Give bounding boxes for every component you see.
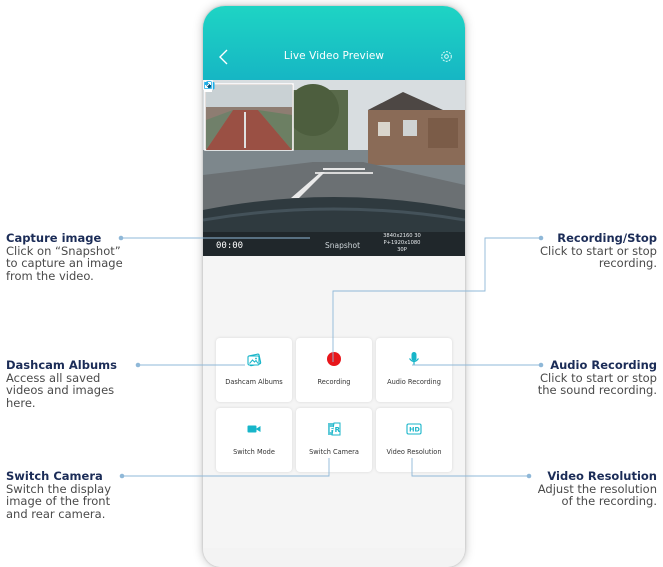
control-panel: Dashcam Albums Recording Audio Recording <box>203 256 465 548</box>
live-video-preview[interactable]: 00:00 Snapshot 3840x2160 30 P+1920x1080 … <box>203 80 465 256</box>
page-title: Live Video Preview <box>283 50 385 62</box>
annotation-line: here. <box>6 395 36 410</box>
tile-label: Switch Mode <box>233 448 275 456</box>
resolution-readout: 3840x2160 30 P+1920x1080 30P <box>377 233 427 253</box>
annotation-recording-stop: Recording/Stop Click to start or stop re… <box>540 232 657 270</box>
annotation-line: and rear camera. <box>6 506 106 521</box>
home-indicator-area <box>203 548 465 567</box>
annotation-switch-camera: Switch Camera Switch the display image o… <box>6 470 111 521</box>
annotation-line: image of the front <box>6 494 111 509</box>
resolution-line: 30P <box>397 246 407 253</box>
hd-icon: HD <box>406 423 422 435</box>
audio-recording-button[interactable]: Audio Recording <box>376 338 452 402</box>
switch-mode-button[interactable]: Switch Mode <box>216 408 292 472</box>
annotation-line: videos and images <box>6 383 115 398</box>
settings-gear-icon[interactable] <box>440 50 453 63</box>
tile-label: Recording <box>317 378 351 386</box>
snapshot-button[interactable]: Snapshot <box>325 241 360 250</box>
resolution-line: P+1920x1080 <box>383 239 421 246</box>
header-bar: Live Video Preview <box>203 6 465 80</box>
front-rear-icon: F R <box>328 422 341 436</box>
annotation-line: of the recording. <box>561 494 657 509</box>
video-resolution-button[interactable]: HD Video Resolution <box>376 408 452 472</box>
record-dot-icon <box>327 352 341 366</box>
annotation-line: recording. <box>598 256 657 271</box>
svg-text:F: F <box>329 426 334 434</box>
svg-text:R: R <box>335 426 341 434</box>
resolution-line: 3840x2160 30 <box>383 233 421 239</box>
tile-label: Dashcam Albums <box>225 378 283 386</box>
dashcam-albums-button[interactable]: Dashcam Albums <box>216 338 292 402</box>
phone-screen: Live Video Preview 00:00 Snapshot 3840x2… <box>203 6 465 567</box>
annotation-line: from the video. <box>6 268 94 283</box>
switch-camera-button[interactable]: F R Switch Camera <box>296 408 372 472</box>
recording-button[interactable]: Recording <box>296 338 372 402</box>
annotation-capture-image: Capture image Click on “Snapshot” to cap… <box>6 232 123 283</box>
record-time: 00:00 <box>216 241 244 251</box>
fullscreen-icon[interactable] <box>203 80 213 90</box>
annotation-video-resolution: Video Resolution Adjust the resolution o… <box>538 470 657 508</box>
microphone-icon <box>409 352 419 366</box>
tile-label: Switch Camera <box>309 448 359 456</box>
annotation-dashcam-albums: Dashcam Albums Access all saved videos a… <box>6 359 117 410</box>
tile-label: Video Resolution <box>386 448 442 456</box>
annotation-audio-recording: Audio Recording Click to start or stop t… <box>538 359 657 397</box>
tile-label: Audio Recording <box>387 378 441 386</box>
video-camera-icon <box>247 425 261 433</box>
svg-text:HD: HD <box>409 426 420 434</box>
album-icon <box>247 353 262 367</box>
annotation-line: the sound recording. <box>537 383 657 398</box>
annotation-line: to capture an image <box>6 256 123 271</box>
